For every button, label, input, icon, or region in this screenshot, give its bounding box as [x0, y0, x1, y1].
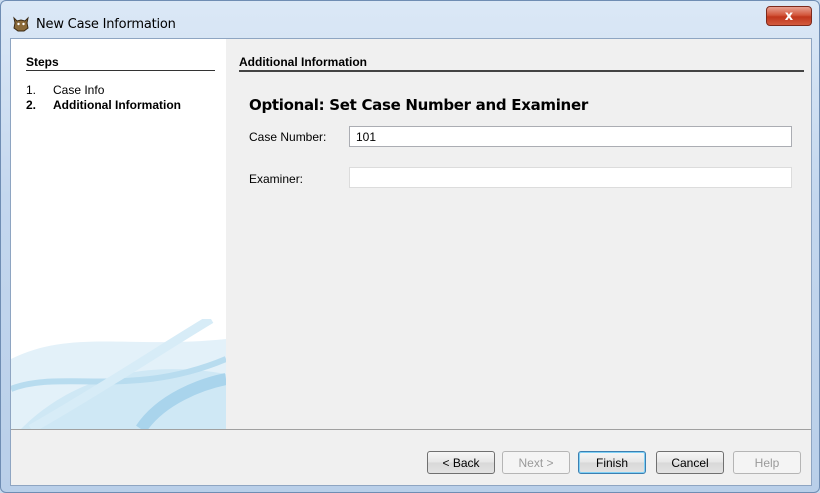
dialog-window: New Case Information x Steps 1. Case Info… — [0, 0, 820, 493]
close-button[interactable]: x — [766, 6, 812, 26]
step-label: Additional Information — [53, 98, 181, 112]
cancel-button[interactable]: Cancel — [656, 451, 724, 474]
swoosh-decoration — [11, 319, 226, 429]
content-header: Additional Information — [239, 55, 804, 72]
help-button[interactable]: Help — [733, 451, 801, 474]
step-number: 2. — [26, 98, 37, 112]
back-button[interactable]: < Back — [427, 451, 495, 474]
examiner-label: Examiner: — [249, 172, 304, 186]
dialog-client: Steps 1. Case Info 2. Additional Informati… — [10, 38, 812, 486]
case-number-field[interactable] — [349, 126, 792, 147]
next-button[interactable]: Next > — [502, 451, 570, 474]
step-number: 1. — [26, 83, 37, 97]
step-label: Case Info — [53, 83, 105, 97]
steps-pane: Steps 1. Case Info 2. Additional Informati… — [11, 39, 226, 429]
step-item-current: 2. Additional Information — [26, 98, 181, 112]
app-icon — [13, 16, 29, 32]
footer-divider — [11, 429, 811, 430]
window-title: New Case Information — [36, 17, 176, 32]
case-number-label: Case Number: — [249, 130, 327, 144]
step-item: 1. Case Info — [26, 83, 104, 97]
close-icon: x — [784, 8, 794, 24]
finish-button[interactable]: Finish — [578, 451, 646, 474]
page-title: Optional: Set Case Number and Examiner — [249, 96, 588, 114]
title-bar[interactable]: New Case Information x — [1, 1, 819, 37]
examiner-field[interactable] — [349, 167, 792, 188]
steps-header: Steps — [26, 55, 215, 71]
